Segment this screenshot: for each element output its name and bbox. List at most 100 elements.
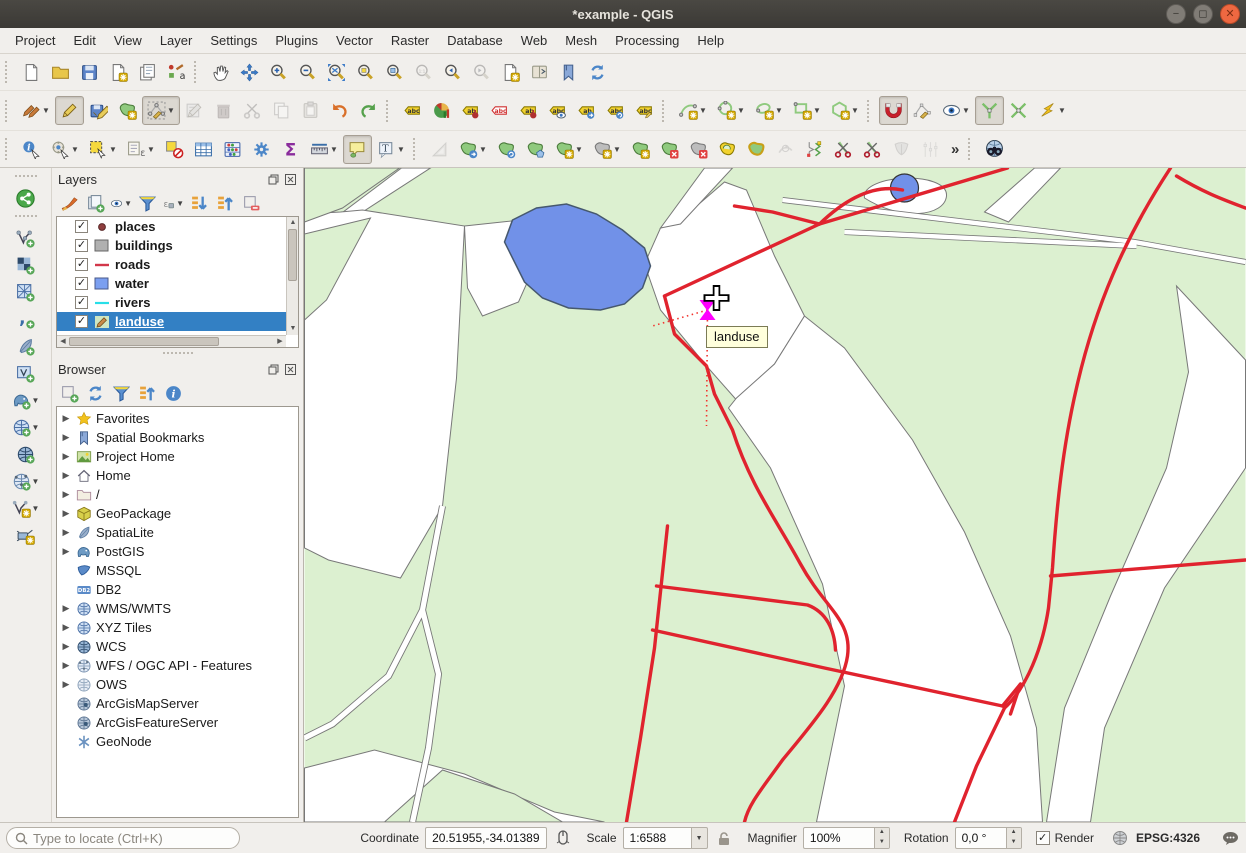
style-manager-button[interactable]: a bbox=[162, 58, 191, 87]
menu-edit[interactable]: Edit bbox=[64, 29, 104, 52]
scale-combo[interactable]: 1:6588 ▼ bbox=[623, 827, 708, 849]
dropdown-arrow-icon[interactable]: ▼ bbox=[330, 145, 338, 154]
move-label-button[interactable]: ab bbox=[572, 96, 601, 125]
browser-item-db2[interactable]: DB2DB2 bbox=[57, 580, 298, 599]
dock-handle[interactable] bbox=[15, 175, 37, 181]
collapse-all-button[interactable] bbox=[214, 192, 236, 214]
expand-arrow-icon[interactable]: ▶ bbox=[61, 470, 71, 481]
pin-unpin-labels-button[interactable]: ab bbox=[514, 96, 543, 125]
magnifier-down-icon[interactable]: ▼ bbox=[875, 838, 889, 848]
menu-raster[interactable]: Raster bbox=[382, 29, 438, 52]
dropdown-arrow-icon[interactable]: ▼ bbox=[813, 106, 821, 115]
snapping-toolbar-handle[interactable] bbox=[867, 100, 875, 122]
rotation-spinbox[interactable]: 0,0 ° ▲▼ bbox=[955, 827, 1022, 849]
browser-item-xyz-tiles[interactable]: ▶XYZ Tiles bbox=[57, 618, 298, 637]
dropdown-arrow-icon[interactable]: ▼ bbox=[851, 106, 859, 115]
fill-ring-button[interactable] bbox=[713, 135, 742, 164]
open-attribute-table-button[interactable] bbox=[189, 135, 218, 164]
dock-handle[interactable] bbox=[15, 215, 37, 221]
select-features-button[interactable]: ▼ bbox=[84, 135, 122, 164]
processing-toolbox-button[interactable] bbox=[247, 135, 276, 164]
browser-item-wms-wmts[interactable]: ▶WMS/WMTS bbox=[57, 599, 298, 618]
filter-browser-button[interactable] bbox=[110, 382, 132, 404]
expand-arrow-icon[interactable]: ▶ bbox=[61, 546, 71, 557]
new-gpx-layer-button[interactable] bbox=[16, 522, 35, 549]
crs-value[interactable]: EPSG:4326 bbox=[1136, 831, 1200, 845]
filter-legend-button[interactable] bbox=[136, 192, 158, 214]
magnifier-spinbox[interactable]: 100% ▲▼ bbox=[803, 827, 890, 849]
menu-web[interactable]: Web bbox=[512, 29, 557, 52]
locator-input[interactable]: Type to locate (Ctrl+K) bbox=[6, 827, 240, 849]
open-project-button[interactable] bbox=[46, 58, 75, 87]
browser-item-wfs-ogc-api-features[interactable]: ▶WFS / OGC API - Features bbox=[57, 656, 298, 675]
dropdown-arrow-icon[interactable]: ▼ bbox=[962, 106, 970, 115]
zoom-to-selection-button[interactable] bbox=[351, 58, 380, 87]
zoom-out-button[interactable] bbox=[293, 58, 322, 87]
layer-diagram-options-button[interactable] bbox=[427, 96, 456, 125]
toggle-extents-icon[interactable] bbox=[553, 828, 573, 848]
browser-item-spatialite[interactable]: ▶SpatiaLite bbox=[57, 523, 298, 542]
dropdown-arrow-icon[interactable]: ▼ bbox=[176, 199, 184, 208]
add-regular-polygon-button[interactable]: ▼ bbox=[826, 96, 864, 125]
browser-item-geonode[interactable]: GeoNode bbox=[57, 732, 298, 751]
pin-labels-button[interactable]: ab bbox=[456, 96, 485, 125]
expand-arrow-icon[interactable]: ▶ bbox=[61, 603, 71, 614]
render-check-icon[interactable]: ✓ bbox=[1036, 831, 1050, 845]
dropdown-arrow-icon[interactable]: ▼ bbox=[775, 106, 783, 115]
add-wms-layer-button[interactable]: ▼ bbox=[12, 414, 40, 441]
snap-intersections-button[interactable] bbox=[1004, 96, 1033, 125]
add-postgis-layer-button[interactable]: ▼ bbox=[12, 387, 40, 414]
maximize-button[interactable]: ◻ bbox=[1193, 4, 1213, 24]
enable-properties-button[interactable]: i bbox=[162, 382, 184, 404]
close-panel-icon[interactable] bbox=[284, 363, 297, 376]
titlebar[interactable]: *example - QGIS −◻✕ bbox=[0, 0, 1246, 28]
add-vector-layer-button[interactable] bbox=[16, 225, 35, 252]
dropdown-arrow-icon[interactable]: ▼ bbox=[1058, 106, 1066, 115]
map-tips-button[interactable] bbox=[343, 135, 372, 164]
undo-button[interactable] bbox=[325, 96, 354, 125]
minimize-button[interactable]: − bbox=[1166, 4, 1186, 24]
add-circle-button[interactable]: ▼ bbox=[712, 96, 750, 125]
open-layer-styling-button[interactable] bbox=[58, 192, 80, 214]
run-feature-action-button[interactable]: ▼ bbox=[46, 135, 84, 164]
menu-project[interactable]: Project bbox=[6, 29, 64, 52]
close-button[interactable]: ✕ bbox=[1220, 4, 1240, 24]
topological-editing-button[interactable] bbox=[975, 96, 1004, 125]
panel-splitter[interactable] bbox=[52, 348, 303, 358]
browser-item-spatial-bookmarks[interactable]: ▶Spatial Bookmarks bbox=[57, 428, 298, 447]
add-mesh-layer-button[interactable] bbox=[16, 279, 35, 306]
collapse-all-browser-button[interactable] bbox=[136, 382, 158, 404]
avoid-overlap-button[interactable]: ▼ bbox=[1033, 96, 1071, 125]
circular-string-button[interactable]: ▼ bbox=[674, 96, 712, 125]
expand-arrow-icon[interactable]: ▶ bbox=[61, 660, 71, 671]
rotation-up-icon[interactable]: ▲ bbox=[1007, 828, 1021, 838]
expand-arrow-icon[interactable]: ▶ bbox=[61, 508, 71, 519]
pan-map-button[interactable] bbox=[206, 58, 235, 87]
merge-features-button[interactable] bbox=[858, 135, 887, 164]
layer-labeling-options-button[interactable]: abc bbox=[398, 96, 427, 125]
layer-item-rivers[interactable]: ✓rivers bbox=[57, 293, 286, 312]
refresh-map-button[interactable] bbox=[583, 58, 612, 87]
move-feature-button[interactable]: ▼ bbox=[454, 135, 492, 164]
layer-item-places[interactable]: ✓places bbox=[57, 217, 286, 236]
snapping-visibility-button[interactable]: ▼ bbox=[937, 96, 975, 125]
browser-item-ows[interactable]: ▶OWS bbox=[57, 675, 298, 694]
dropdown-arrow-icon[interactable]: ▼ bbox=[167, 106, 175, 115]
change-label-button[interactable]: abc bbox=[630, 96, 659, 125]
add-polygon-feature-button[interactable] bbox=[113, 96, 142, 125]
menu-layer[interactable]: Layer bbox=[151, 29, 202, 52]
lock-scale-icon[interactable] bbox=[714, 828, 734, 848]
layer-visibility-checkbox[interactable]: ✓ bbox=[75, 277, 88, 290]
expand-arrow-icon[interactable]: ▶ bbox=[61, 451, 71, 462]
expand-arrow-icon[interactable]: ▶ bbox=[61, 679, 71, 690]
pan-to-selection-button[interactable] bbox=[235, 58, 264, 87]
dropdown-arrow-icon[interactable]: ▼ bbox=[124, 199, 132, 208]
metasearch-button[interactable] bbox=[980, 135, 1009, 164]
rotate-feature-button[interactable] bbox=[521, 135, 550, 164]
expand-arrow-icon[interactable]: ▶ bbox=[61, 527, 71, 538]
dropdown-arrow-icon[interactable]: ▼ bbox=[32, 477, 40, 486]
dropdown-arrow-icon[interactable]: ▼ bbox=[71, 145, 79, 154]
dropdown-arrow-icon[interactable]: ▼ bbox=[575, 145, 583, 154]
measure-button[interactable]: ▼ bbox=[305, 135, 343, 164]
new-3d-map-view-button[interactable] bbox=[525, 58, 554, 87]
